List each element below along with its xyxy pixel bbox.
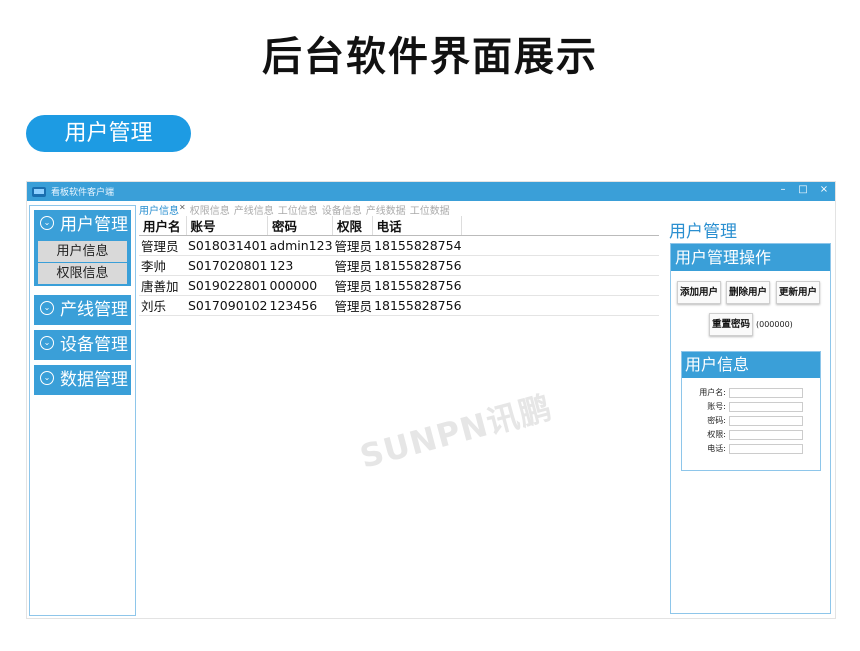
- circle-chevron-icon: ⌄: [40, 301, 54, 315]
- sidebar-group-line-management[interactable]: ⌄ 产线管理: [34, 295, 131, 325]
- reset-password-button[interactable]: 重置密码: [709, 313, 753, 336]
- phone-field[interactable]: [729, 444, 803, 454]
- user-info-header: 用户信息: [682, 352, 820, 378]
- table-row[interactable]: 李帅 S017020801 123 管理员 18155828756: [139, 255, 659, 276]
- column-header-filler: [461, 216, 659, 236]
- circle-chevron-icon: ⌄: [40, 371, 54, 385]
- tab-bar: 用户信息× 权限信息 产线信息 工位信息 设备信息 产线数据 工位数据: [139, 202, 454, 217]
- window-titlebar: 看板软件客户端 – □ ×: [27, 182, 835, 201]
- tab-station-info[interactable]: 工位信息: [278, 202, 318, 217]
- sidebar-group-device-management[interactable]: ⌄ 设备管理: [34, 330, 131, 360]
- app-title: 看板软件客户端: [51, 188, 115, 198]
- column-header-permission[interactable]: 权限: [332, 216, 373, 236]
- minimize-button[interactable]: –: [776, 184, 790, 195]
- cell-phone: 18155828756: [372, 255, 462, 276]
- cell-filler: [461, 235, 659, 256]
- cell-account: S019022801: [186, 275, 268, 296]
- tab-line-data[interactable]: 产线数据: [366, 202, 406, 217]
- tab-permission-info[interactable]: 权限信息: [190, 202, 230, 217]
- reset-default-note: (000000): [756, 320, 793, 329]
- username-label: 用户名:: [699, 388, 726, 397]
- user-info-form: 用户信息 用户名: 账号: 密码: 权限: 电话:: [681, 351, 821, 471]
- column-header-account[interactable]: 账号: [186, 216, 269, 236]
- table-row[interactable]: 唐善加 S019022801 000000 管理员 18155828756: [139, 275, 659, 296]
- sidebar-group-user-management[interactable]: ⌄ 用户管理: [34, 210, 131, 240]
- cell-permission: 管理员: [332, 235, 373, 256]
- cell-password: admin123: [267, 235, 333, 256]
- delete-user-button[interactable]: 删除用户: [726, 281, 770, 304]
- password-label: 密码:: [707, 416, 726, 425]
- update-user-button[interactable]: 更新用户: [776, 281, 820, 304]
- sidebar-group-label: 用户管理: [60, 215, 128, 235]
- user-table: 用户名 账号 密码 权限 电话 管理员 S018031401 admin123 …: [139, 216, 659, 316]
- permission-label: 权限:: [707, 430, 726, 439]
- cell-password: 123456: [267, 295, 333, 316]
- table-row[interactable]: 管理员 S018031401 admin123 管理员 18155828754: [139, 235, 659, 256]
- cell-permission: 管理员: [332, 295, 373, 316]
- circle-chevron-icon: ⌄: [40, 336, 54, 350]
- username-field[interactable]: [729, 388, 803, 398]
- cell-permission: 管理员: [332, 255, 373, 276]
- tab-close-icon[interactable]: ×: [179, 203, 186, 212]
- column-header-phone[interactable]: 电话: [372, 216, 463, 236]
- cell-account: S017090102: [186, 295, 268, 316]
- sidebar-item-user-info[interactable]: 用户信息: [38, 241, 127, 262]
- sidebar-group-data-management[interactable]: ⌄ 数据管理: [34, 365, 131, 395]
- watermark-logo: SUNPN讯鹏: [355, 388, 557, 476]
- sidebar-group-label: 数据管理: [60, 370, 128, 390]
- cell-phone: 18155828756: [372, 295, 462, 316]
- password-field[interactable]: [729, 416, 803, 426]
- section-label-pill: 用户管理: [26, 115, 191, 152]
- page-title: 后台软件界面展示: [262, 34, 598, 80]
- cell-permission: 管理员: [332, 275, 373, 296]
- phone-label: 电话:: [707, 444, 726, 453]
- table-header-row: 用户名 账号 密码 权限 电话: [139, 216, 659, 236]
- app-window: 看板软件客户端 – □ × ⌄ 用户管理 用户信息 权限信息 ⌄ 产线管理 ⌄ 设备管…: [26, 181, 836, 619]
- column-header-password[interactable]: 密码: [267, 216, 334, 236]
- cell-password: 123: [267, 255, 333, 276]
- tab-station-data[interactable]: 工位数据: [410, 202, 450, 217]
- tab-line-info[interactable]: 产线信息: [234, 202, 274, 217]
- cell-username: 刘乐: [139, 295, 186, 316]
- account-field[interactable]: [729, 402, 803, 412]
- cell-password: 000000: [267, 275, 333, 296]
- account-label: 账号:: [707, 402, 726, 411]
- sidebar-item-permission-info[interactable]: 权限信息: [38, 263, 127, 284]
- cell-filler: [461, 295, 659, 316]
- tab-device-info[interactable]: 设备信息: [322, 202, 362, 217]
- maximize-button[interactable]: □: [796, 184, 810, 195]
- close-button[interactable]: ×: [817, 184, 831, 195]
- user-operations-panel: 用户管理操作 添加用户 删除用户 更新用户 重置密码 (000000) 用户信息…: [670, 243, 831, 614]
- sidebar: ⌄ 用户管理 用户信息 权限信息 ⌄ 产线管理 ⌄ 设备管理 ⌄ 数据管理: [29, 205, 136, 616]
- sidebar-group-label: 产线管理: [60, 300, 128, 320]
- sidebar-group-label: 设备管理: [60, 335, 128, 355]
- tab-user-info[interactable]: 用户信息×: [139, 202, 186, 217]
- add-user-button[interactable]: 添加用户: [677, 281, 721, 304]
- cell-phone: 18155828756: [372, 275, 462, 296]
- permission-field[interactable]: [729, 430, 803, 440]
- column-header-username[interactable]: 用户名: [139, 216, 187, 236]
- cell-filler: [461, 275, 659, 296]
- cell-phone: 18155828754: [372, 235, 462, 256]
- cell-filler: [461, 255, 659, 276]
- circle-chevron-icon: ⌄: [40, 216, 54, 230]
- app-logo-icon: [32, 187, 46, 197]
- right-panel-title: 用户管理: [669, 222, 737, 242]
- cell-username: 唐善加: [139, 275, 186, 296]
- cell-username: 李帅: [139, 255, 186, 276]
- table-row[interactable]: 刘乐 S017090102 123456 管理员 18155828756: [139, 295, 659, 316]
- cell-account: S017020801: [186, 255, 268, 276]
- operations-header: 用户管理操作: [671, 244, 830, 271]
- sidebar-subitems: 用户信息 权限信息: [34, 238, 131, 286]
- cell-account: S018031401: [186, 235, 268, 256]
- cell-username: 管理员: [139, 235, 186, 256]
